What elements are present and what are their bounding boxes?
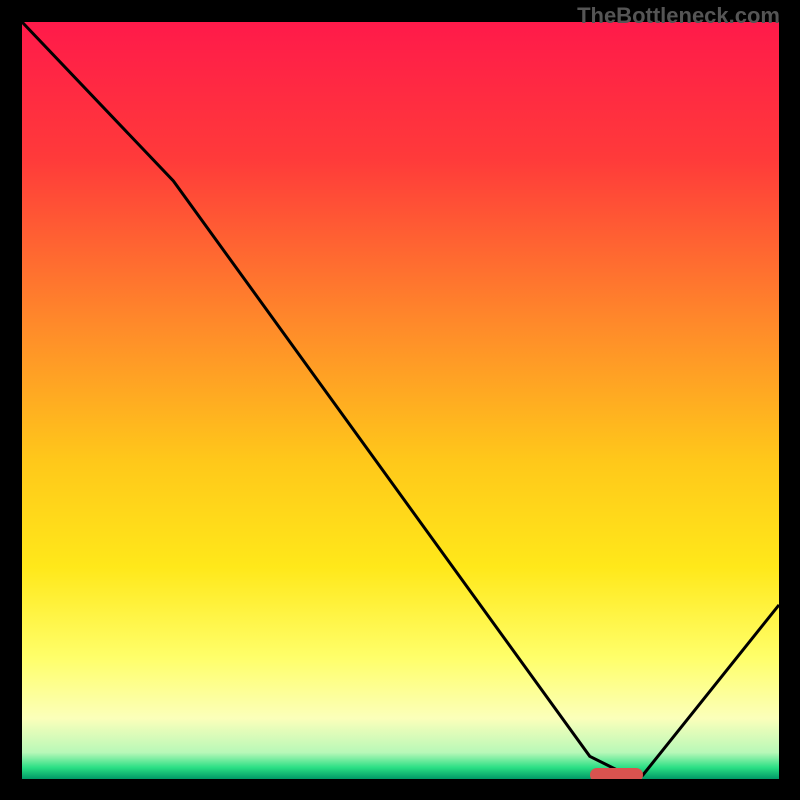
optimal-range-marker	[590, 768, 643, 781]
chart-plot-area	[20, 20, 781, 781]
watermark-text: TheBottleneck.com	[577, 3, 780, 29]
chart-curve	[22, 22, 779, 779]
